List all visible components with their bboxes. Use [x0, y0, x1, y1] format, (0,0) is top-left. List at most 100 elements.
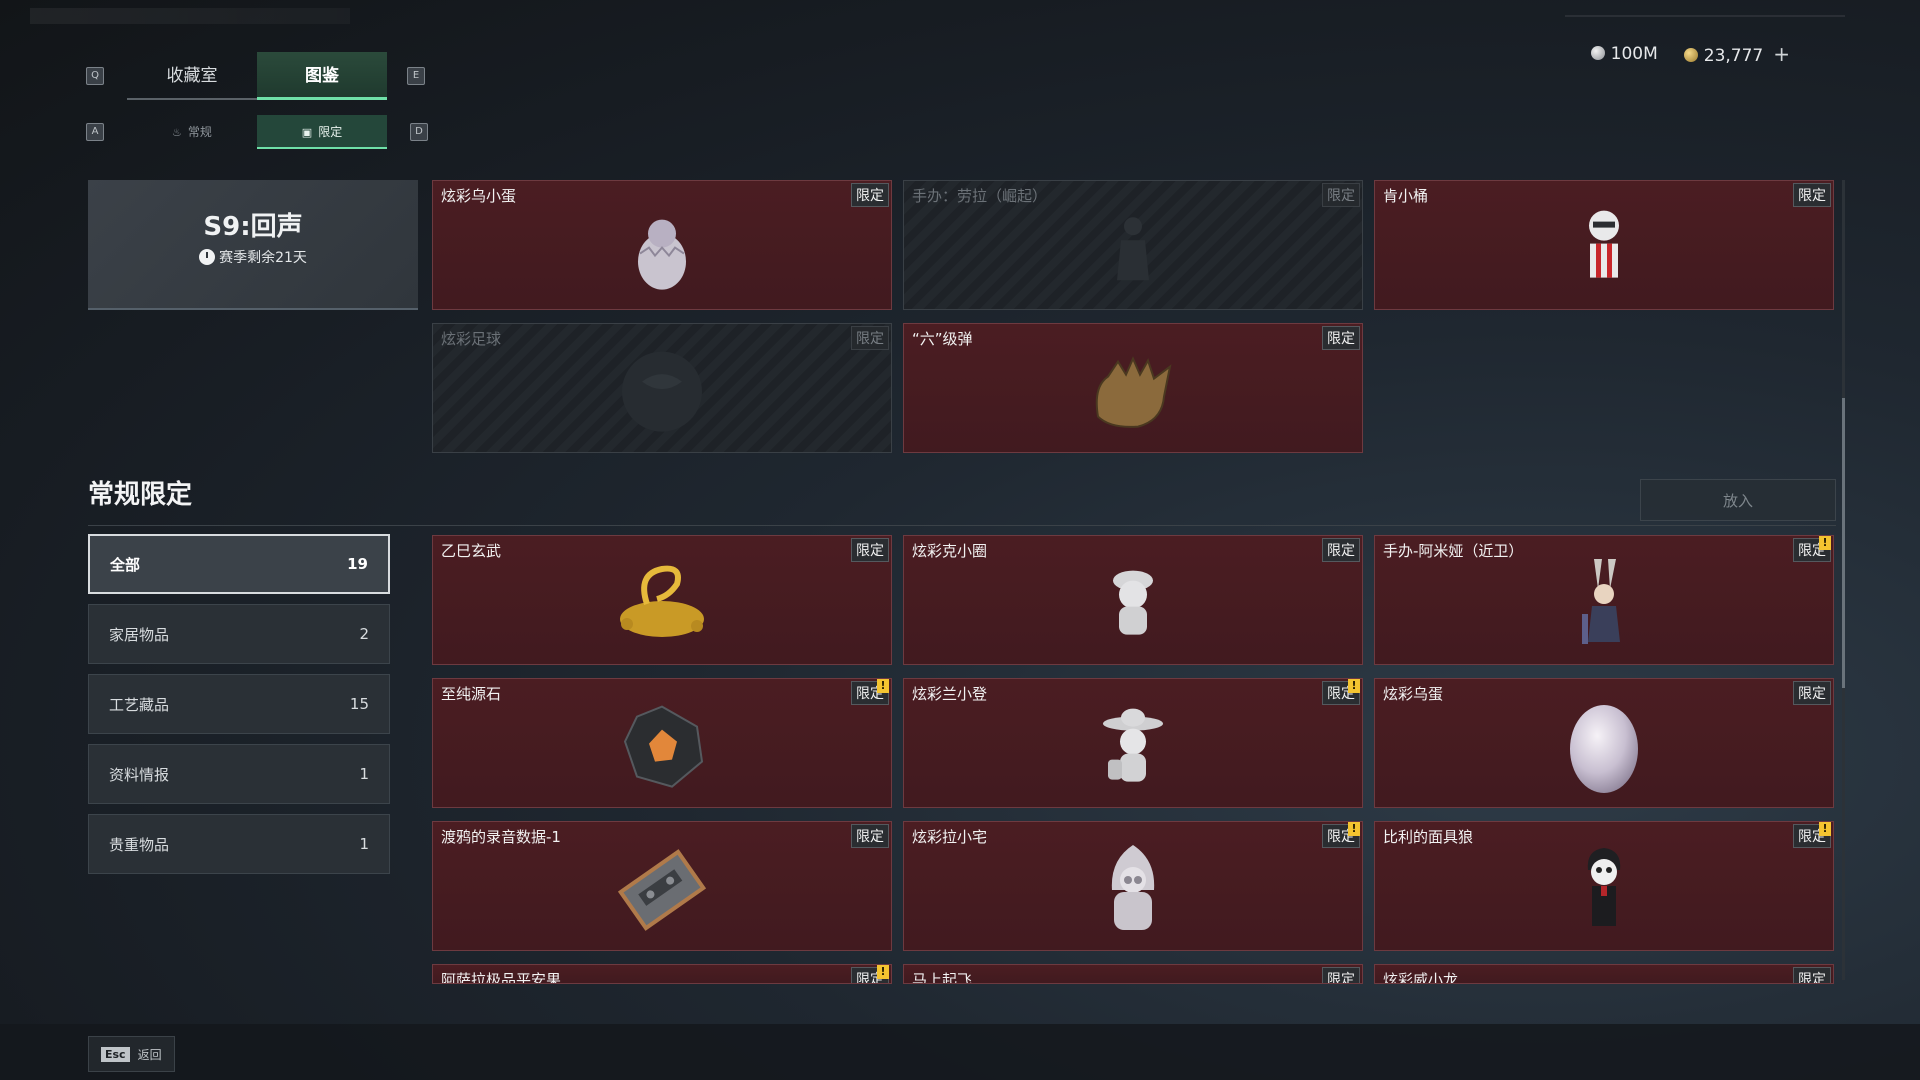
limited-tag: 限定	[851, 183, 889, 207]
filter-count: 19	[347, 555, 368, 573]
season-remaining-text: 赛季剩余21天	[219, 250, 307, 266]
item-name: 肯小桶	[1383, 187, 1429, 205]
item-name: 乙巳玄武	[441, 542, 502, 560]
title-bar-decoration-right	[1565, 15, 1845, 17]
sombrero-figure-icon	[1103, 708, 1163, 782]
item-name: 比利的面具狼	[1383, 828, 1474, 846]
item-name: 手办：劳拉（崛起）	[912, 187, 1048, 205]
tab-codex[interactable]: 图鉴	[257, 52, 387, 100]
figure-silhouette-icon	[1117, 217, 1149, 281]
item-name: 阿萨拉极品平安果	[441, 971, 562, 984]
bullet-hand-icon	[1095, 356, 1172, 428]
new-alert-badge: !	[877, 965, 889, 979]
item-card[interactable]: 炫彩兰小登 限定 !	[903, 678, 1363, 808]
season-title: S9:回声	[203, 212, 303, 242]
item-card[interactable]: “六”级弹 限定	[903, 323, 1363, 453]
back-button[interactable]: Esc 返回	[88, 1036, 175, 1072]
item-card[interactable]: 马上起飞 限定	[903, 964, 1363, 984]
bucket-mascot-icon	[1589, 210, 1619, 278]
limited-tag: 限定	[851, 538, 889, 562]
gold-tortoise-icon	[620, 565, 704, 637]
item-card[interactable]: 渡鸦的录音数据-1 限定	[432, 821, 892, 951]
item-card[interactable]: 炫彩克小圈 限定	[903, 535, 1363, 665]
item-card[interactable]: 比利的面具狼 限定 !	[1374, 821, 1834, 951]
item-card[interactable]: 手办-阿米娅（近卫） 限定 !	[1374, 535, 1834, 665]
originium-crystal-icon	[623, 705, 704, 788]
put-in-button[interactable]: 放入	[1640, 479, 1836, 521]
item-card[interactable]: 肯小桶 限定	[1374, 180, 1834, 310]
filter-intel[interactable]: 资料情报 1	[88, 744, 390, 804]
add-currency-button[interactable]: +	[1773, 42, 1790, 66]
item-card[interactable]: 炫彩威小龙 限定	[1374, 964, 1834, 984]
esc-key-hint: Esc	[101, 1046, 130, 1062]
subtab-limited[interactable]: ▣ 限定	[257, 115, 387, 149]
gold-coin-icon	[1683, 48, 1698, 62]
prev-subtab-key-hint: A	[86, 123, 104, 141]
filter-count: 1	[359, 835, 369, 853]
item-name: “六”级弹	[912, 330, 973, 348]
pearl-egg-icon	[1570, 705, 1638, 793]
limited-tag: 限定	[851, 326, 889, 350]
item-name: 炫彩拉小宅	[912, 828, 988, 846]
filter-label: 全部	[110, 555, 141, 574]
item-name: 炫彩克小圈	[912, 542, 988, 560]
main-tabs: 收藏室 图鉴	[127, 52, 387, 100]
filter-label: 资料情报	[109, 765, 170, 784]
scrollbar-thumb[interactable]	[1842, 398, 1845, 688]
hooded-figure-icon	[1111, 845, 1155, 930]
item-name: 手办-阿米娅（近卫）	[1383, 542, 1524, 560]
item-card[interactable]: 炫彩拉小宅 限定 !	[903, 821, 1363, 951]
next-subtab-key-hint: D	[410, 123, 428, 141]
limited-tag: 限定	[1793, 967, 1831, 983]
new-alert-badge: !	[1348, 679, 1360, 693]
item-name: 炫彩威小龙	[1383, 971, 1459, 984]
bottom-bar	[0, 1024, 1920, 1080]
new-alert-badge: !	[1819, 822, 1831, 836]
title-bar-decoration	[30, 8, 350, 24]
season-remaining: 赛季剩余21天	[88, 247, 418, 267]
item-card[interactable]: 炫彩乌蛋 限定	[1374, 678, 1834, 808]
tab-collection-room[interactable]: 收藏室	[127, 52, 257, 100]
item-card-locked[interactable]: 手办：劳拉（崛起） 限定	[903, 180, 1363, 310]
new-alert-badge: !	[1819, 536, 1831, 550]
new-alert-badge: !	[1348, 822, 1360, 836]
item-name: 炫彩足球	[441, 330, 502, 348]
bunny-figure-icon	[1582, 559, 1620, 644]
limited-tag: 限定	[1322, 326, 1360, 350]
limited-tag: 限定	[1322, 538, 1360, 562]
filter-count: 1	[359, 765, 369, 783]
currency-bar: 100M 23,777 +	[1590, 42, 1790, 66]
item-name: 炫彩乌蛋	[1383, 685, 1444, 703]
item-card[interactable]: 至纯源石 限定 !	[432, 678, 892, 808]
filter-valuables[interactable]: 贵重物品 1	[88, 814, 390, 874]
new-alert-badge: !	[877, 679, 889, 693]
item-name: 炫彩乌小蛋	[441, 187, 517, 205]
prev-tab-key-hint: Q	[86, 67, 104, 85]
subtab-limited-label: 限定	[318, 125, 343, 139]
filter-all[interactable]: 全部 19	[88, 534, 390, 594]
item-card-locked[interactable]: 炫彩足球 限定	[432, 323, 892, 453]
back-label: 返回	[137, 1047, 162, 1062]
silver-coin-icon	[1590, 46, 1605, 60]
subtab-regular[interactable]: ♨ 常规	[127, 115, 257, 149]
limited-tag: 限定	[1322, 183, 1360, 207]
cassette-tape-icon	[617, 849, 707, 931]
item-name: 炫彩兰小登	[912, 685, 988, 703]
chick-figure-icon	[1113, 570, 1153, 635]
filter-label: 家居物品	[109, 625, 170, 644]
item-card[interactable]: 炫彩乌小蛋 限定	[432, 180, 892, 310]
gold-currency: 23,777 +	[1683, 42, 1790, 66]
silver-amount: 100M	[1610, 44, 1658, 64]
flame-icon: ♨	[172, 126, 182, 139]
football-silhouette-icon	[622, 351, 702, 432]
item-card[interactable]: 阿萨拉极品平安果 限定 !	[432, 964, 892, 984]
item-card[interactable]: 乙巳玄武 限定	[432, 535, 892, 665]
filter-crafts[interactable]: 工艺藏品 15	[88, 674, 390, 734]
gold-amount: 23,777	[1703, 46, 1764, 66]
picture-icon: ▣	[301, 126, 313, 139]
filter-household[interactable]: 家居物品 2	[88, 604, 390, 664]
filter-count: 2	[359, 625, 369, 643]
season-card[interactable]: S9:回声 赛季剩余21天	[88, 180, 418, 310]
limited-tag: 限定	[1793, 681, 1831, 705]
limited-tag: 限定	[1322, 967, 1360, 983]
